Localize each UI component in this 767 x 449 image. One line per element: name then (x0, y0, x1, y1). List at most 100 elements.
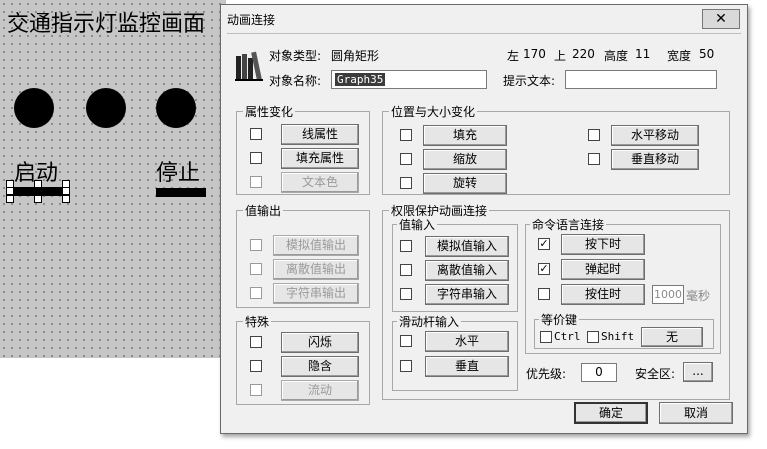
fill-property-checkbox[interactable] (250, 152, 262, 164)
shift-checkbox[interactable] (587, 331, 599, 343)
line-property-button[interactable]: 线属性 (281, 124, 359, 145)
vertical-move-checkbox[interactable] (588, 153, 600, 165)
object-type-label: 对象类型: (269, 49, 322, 63)
discrete-output-button[interactable]: 离散值输出 (273, 259, 359, 280)
ctrl-checkbox[interactable] (540, 331, 552, 343)
analog-output-checkbox[interactable] (250, 239, 262, 251)
special-group: 特殊 闪烁 隐含 流动 (236, 313, 370, 405)
text-color-button[interactable]: 文本色 (281, 172, 359, 193)
discrete-input-checkbox[interactable] (400, 264, 412, 276)
hint-text-label: 提示文本: (503, 74, 556, 88)
flow-checkbox[interactable] (250, 384, 262, 396)
vertical-slider-checkbox[interactable] (400, 360, 412, 372)
left-value: 170 (523, 47, 546, 61)
hide-button[interactable]: 隐含 (281, 356, 359, 377)
background-area-bottom (0, 358, 226, 449)
string-input-button[interactable]: 字符串输入 (425, 284, 509, 305)
slider-input-label: 滑动杆输入 (397, 313, 462, 330)
fill-button[interactable]: 填充 (423, 125, 507, 146)
resize-handle-s[interactable] (34, 195, 42, 203)
check-mark-icon: ✓ (539, 237, 549, 250)
resize-handle-se[interactable] (62, 195, 70, 203)
hotkey-group: 等价键 Ctrl Shift 无 (534, 311, 714, 349)
resize-handle-sw[interactable] (6, 195, 14, 203)
traffic-light-3[interactable] (156, 88, 196, 128)
on-press-button[interactable]: 按下时 (561, 234, 645, 255)
close-button[interactable]: ✕ (702, 9, 740, 29)
string-output-checkbox[interactable] (250, 287, 262, 299)
horizontal-move-checkbox[interactable] (588, 129, 600, 141)
blink-button[interactable]: 闪烁 (281, 332, 359, 353)
traffic-light-2[interactable] (86, 88, 126, 128)
press-interval-input[interactable]: 1000 (652, 285, 684, 304)
position-size-group: 位置与大小变化 填充 缩放 旋转 水平移动 垂直移动 (382, 103, 730, 195)
ok-button[interactable]: 确定 (574, 402, 648, 424)
fill-checkbox[interactable] (400, 129, 412, 141)
horizontal-slider-button[interactable]: 水平 (425, 331, 509, 352)
canvas-title: 交通指示灯监控画面 (7, 12, 206, 37)
special-label: 特殊 (243, 313, 272, 330)
value-output-group: 值输出 模拟值输出 离散值输出 字符串输出 (236, 202, 370, 308)
value-input-label: 值输入 (397, 216, 438, 233)
shift-label: Shift (601, 330, 635, 343)
slider-input-group: 滑动杆输入 水平 垂直 (392, 313, 518, 391)
while-pressed-checkbox[interactable] (538, 288, 550, 300)
while-pressed-button[interactable]: 按住时 (561, 284, 645, 305)
discrete-output-checkbox[interactable] (250, 263, 262, 275)
horizontal-move-button[interactable]: 水平移动 (611, 125, 699, 146)
rotate-button[interactable]: 旋转 (423, 173, 507, 194)
hide-checkbox[interactable] (250, 360, 262, 372)
on-release-checkbox[interactable]: ✓ (538, 263, 550, 275)
hint-text-input[interactable] (565, 70, 717, 89)
animation-link-dialog: 动画连接 ✕ 对象类型: 圆角矩形 左 170 上 220 高度 11 宽度 5… (220, 4, 748, 434)
check-mark-icon: ✓ (539, 262, 549, 275)
string-input-checkbox[interactable] (400, 288, 412, 300)
ms-unit-label: 毫秒 (686, 289, 711, 303)
resize-handle-e[interactable] (62, 187, 70, 195)
position-size-label: 位置与大小变化 (389, 103, 478, 120)
analog-output-button[interactable]: 模拟值输出 (273, 235, 359, 256)
stop-button-graphic[interactable] (156, 188, 206, 197)
traffic-light-1[interactable] (14, 88, 54, 128)
priority-label: 优先级: (526, 367, 567, 381)
vertical-move-button[interactable]: 垂直移动 (611, 149, 699, 170)
permission-group: 权限保护动画连接 值输入 模拟值输入 离散值输入 字符串输入 滑动杆输入 水平 … (382, 202, 730, 400)
security-zone-label: 安全区: (635, 367, 676, 381)
scale-button[interactable]: 缩放 (423, 149, 507, 170)
width-value: 50 (699, 47, 715, 61)
drawing-canvas[interactable]: 交通指示灯监控画面 启动 停止 (0, 0, 226, 358)
security-zone-button[interactable]: ... (683, 362, 713, 382)
hotkey-select-button[interactable]: 无 (641, 327, 703, 347)
left-label: 左 (507, 49, 520, 63)
rotate-checkbox[interactable] (400, 177, 412, 189)
analog-input-checkbox[interactable] (400, 240, 412, 252)
on-release-button[interactable]: 弹起时 (561, 259, 645, 280)
blink-checkbox[interactable] (250, 336, 262, 348)
fill-property-button[interactable]: 填充属性 (281, 148, 359, 169)
command-language-group: 命令语言连接 ✓ 按下时 ✓ 弹起时 按住时 1000 毫秒 等价键 Ctrl … (525, 216, 721, 354)
property-change-group: 属性变化 线属性 填充属性 文本色 (236, 103, 370, 195)
hotkey-label: 等价键 (539, 311, 580, 328)
analog-input-button[interactable]: 模拟值输入 (425, 236, 509, 257)
scale-checkbox[interactable] (400, 153, 412, 165)
on-press-checkbox[interactable]: ✓ (538, 238, 550, 250)
top-label: 上 (554, 49, 567, 63)
dialog-title: 动画连接 (227, 13, 276, 27)
object-type-value: 圆角矩形 (331, 49, 380, 63)
value-output-label: 值输出 (243, 202, 284, 219)
object-name-label: 对象名称: (269, 74, 322, 88)
line-property-checkbox[interactable] (250, 128, 262, 140)
height-value: 11 (635, 47, 651, 61)
flow-button[interactable]: 流动 (281, 380, 359, 401)
priority-input[interactable]: 0 (581, 363, 617, 382)
string-output-button[interactable]: 字符串输出 (273, 283, 359, 304)
cancel-button[interactable]: 取消 (659, 402, 733, 424)
discrete-input-button[interactable]: 离散值输入 (425, 260, 509, 281)
vertical-slider-button[interactable]: 垂直 (425, 356, 509, 377)
resize-handle-w[interactable] (6, 187, 14, 195)
property-change-label: 属性变化 (243, 103, 296, 120)
horizontal-slider-checkbox[interactable] (400, 335, 412, 347)
resize-handle-n[interactable] (34, 180, 42, 188)
text-color-checkbox[interactable] (250, 176, 262, 188)
object-name-input[interactable]: Graph35 (331, 70, 487, 89)
